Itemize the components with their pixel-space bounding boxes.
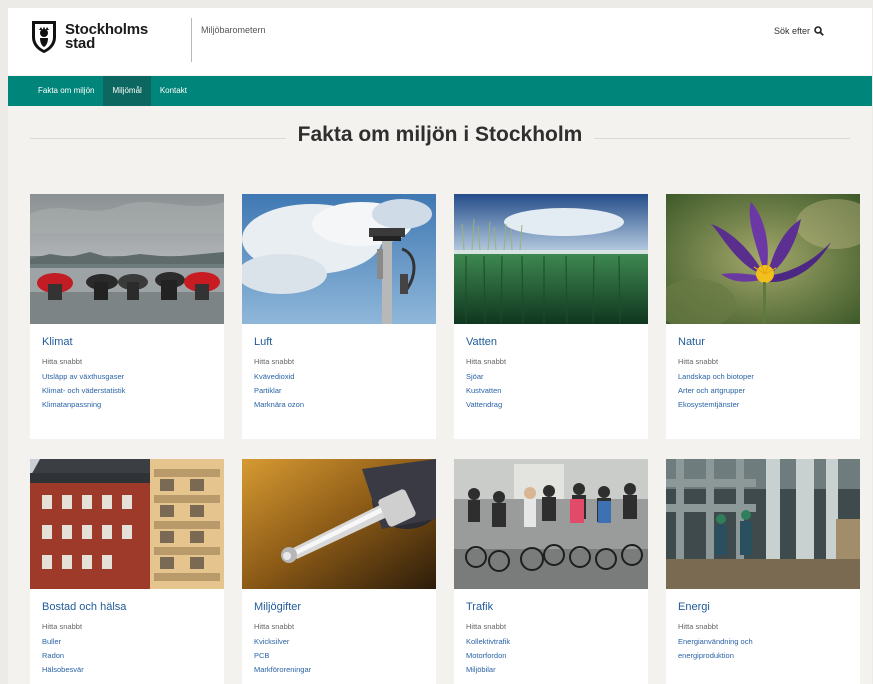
card-title[interactable]: Klimat: [42, 336, 212, 348]
page-title: Fakta om miljön i Stockholm: [30, 123, 850, 147]
search-label: Sök efter: [773, 26, 810, 36]
card-energi: Energi Hitta snabbt Energianvändning och…: [666, 459, 860, 684]
card-subtitle: Hitta snabbt: [678, 357, 719, 366]
main-nav: Fakta om miljön Miljömål Kontakt: [8, 76, 872, 106]
card-link[interactable]: Sjöar: [466, 372, 636, 382]
card-miljogifter: Miljögifter Hitta snabbt Kvicksilver PCB…: [242, 459, 436, 684]
search-button[interactable]: Sök efter: [774, 26, 824, 36]
card-image-trafik[interactable]: [454, 459, 648, 589]
search-icon: [814, 26, 824, 36]
card-link[interactable]: Marknära ozon: [254, 400, 424, 410]
card-link[interactable]: Radon: [42, 651, 212, 661]
card-link[interactable]: Buller: [42, 637, 212, 647]
card-link[interactable]: Landskap och biotoper: [678, 372, 848, 382]
site-name[interactable]: Miljöbarometern: [201, 25, 266, 35]
card-link[interactable]: Kustvatten: [466, 386, 636, 396]
shield-icon: [32, 21, 56, 53]
card-link[interactable]: Energianvändning och: [678, 637, 848, 647]
card-link[interactable]: Ekosystemtjänster: [678, 400, 848, 410]
card-image-miljogifter[interactable]: [242, 459, 436, 589]
card-link[interactable]: Kollektivtrafik: [466, 637, 636, 647]
card-title[interactable]: Vatten: [466, 336, 636, 348]
logo-wordmark: Stockholms stad: [65, 22, 148, 52]
card-subtitle: Hitta snabbt: [466, 622, 507, 631]
card-link[interactable]: Markföroreningar: [254, 665, 424, 675]
card-subtitle: Hitta snabbt: [42, 622, 83, 631]
card-link[interactable]: Utsläpp av växthusgaser: [42, 372, 212, 382]
card-subtitle: Hitta snabbt: [42, 357, 83, 366]
card-link[interactable]: Vattendrag: [466, 400, 636, 410]
card-link[interactable]: PCB: [254, 651, 424, 661]
card-title[interactable]: Energi: [678, 601, 848, 613]
card-image-luft[interactable]: [242, 194, 436, 324]
card-trafik: Trafik Hitta snabbt Kollektivtrafik Moto…: [454, 459, 648, 684]
card-link[interactable]: Motorfordon: [466, 651, 636, 661]
card-image-klimat[interactable]: [30, 194, 224, 324]
card-link[interactable]: Arter och artgrupper: [678, 386, 848, 396]
nav-item-fakta[interactable]: Fakta om miljön: [8, 76, 103, 106]
nav-item-miljomal[interactable]: Miljömål: [103, 76, 151, 106]
site-header: Stockholms stad Miljöbarometern Sök efte…: [8, 8, 872, 75]
card-vatten: Vatten Hitta snabbt Sjöar Kustvatten Vat…: [454, 194, 648, 439]
card-title[interactable]: Miljögifter: [254, 601, 424, 613]
card-title[interactable]: Natur: [678, 336, 848, 348]
card-subtitle: Hitta snabbt: [254, 622, 295, 631]
card-link[interactable]: Klimatanpassning: [42, 400, 212, 410]
card-subtitle: Hitta snabbt: [678, 622, 719, 631]
card-subtitle: Hitta snabbt: [466, 357, 507, 366]
card-title[interactable]: Bostad och hälsa: [42, 601, 212, 613]
header-divider: [191, 18, 192, 62]
card-image-energi[interactable]: [666, 459, 860, 589]
stockholm-logo[interactable]: Stockholms stad: [30, 19, 148, 55]
card-title[interactable]: Trafik: [466, 601, 636, 613]
logo-line-2: stad: [65, 35, 96, 52]
card-link[interactable]: Miljöbilar: [466, 665, 636, 675]
card-image-vatten[interactable]: [454, 194, 648, 324]
card-image-bostad[interactable]: [30, 459, 224, 589]
card-link[interactable]: Klimat- och väderstatistik: [42, 386, 212, 396]
card-title[interactable]: Luft: [254, 336, 424, 348]
card-image-natur[interactable]: [666, 194, 860, 324]
card-luft: Luft Hitta snabbt Kvävedioxid Partiklar …: [242, 194, 436, 439]
card-klimat: Klimat Hitta snabbt Utsläpp av växthusga…: [30, 194, 224, 439]
card-subtitle: Hitta snabbt: [254, 357, 295, 366]
card-natur: Natur Hitta snabbt Landskap och biotoper…: [666, 194, 860, 439]
card-link[interactable]: Hälsobesvär: [42, 665, 212, 675]
card-link[interactable]: Partiklar: [254, 386, 424, 396]
card-link[interactable]: Kvicksilver: [254, 637, 424, 647]
nav-item-kontakt[interactable]: Kontakt: [151, 76, 196, 106]
card-link[interactable]: energiproduktion: [678, 651, 848, 661]
card-link[interactable]: Kvävedioxid: [254, 372, 424, 382]
title-row: Fakta om miljön i Stockholm: [30, 120, 850, 160]
page: Stockholms stad Miljöbarometern Sök efte…: [8, 8, 872, 684]
card-bostad: Bostad och hälsa Hitta snabbt Buller Rad…: [30, 459, 224, 684]
